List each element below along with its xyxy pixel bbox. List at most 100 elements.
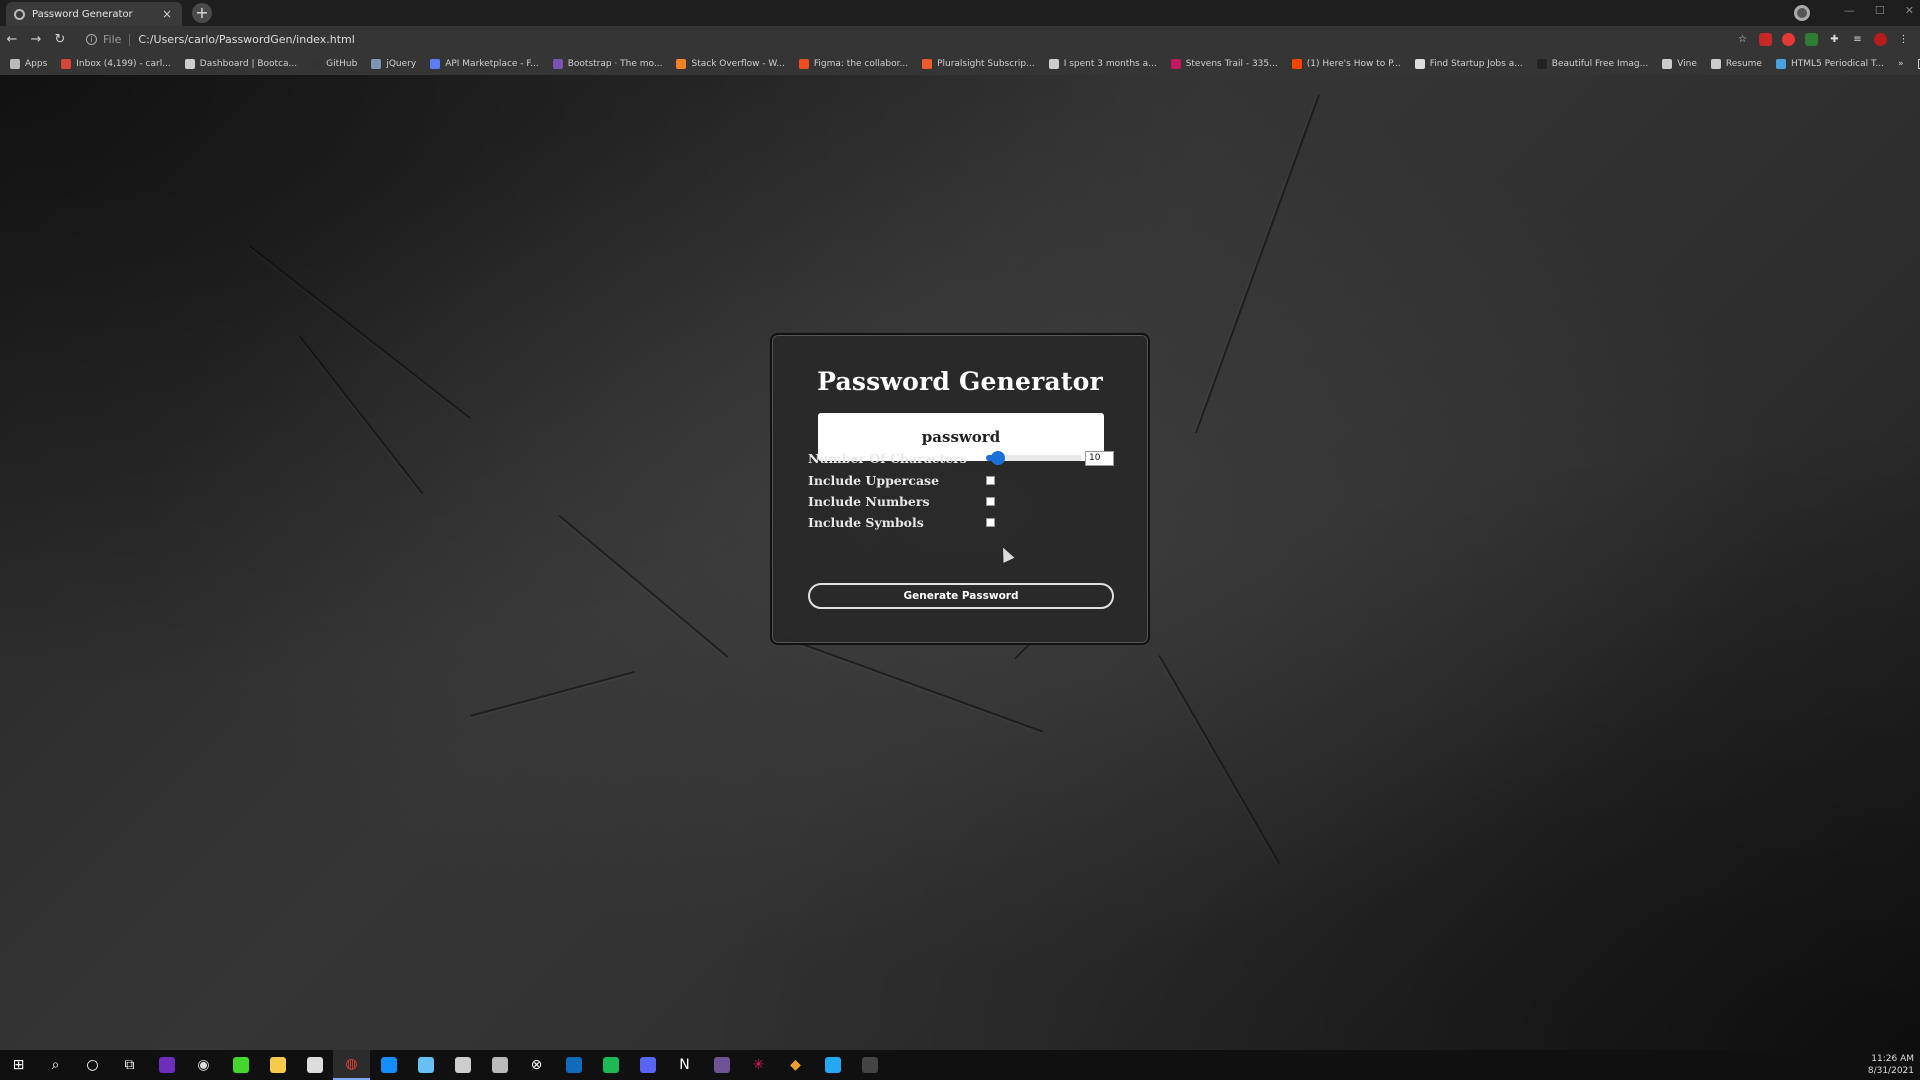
bookmark-item[interactable]: I spent 3 months a... bbox=[1048, 59, 1157, 69]
taskbar-app[interactable]: ✳ bbox=[740, 1050, 777, 1080]
taskbar-app[interactable] bbox=[444, 1050, 481, 1080]
tab-close-icon[interactable]: × bbox=[160, 7, 174, 21]
bookmark-label: Beautiful Free Imag... bbox=[1551, 59, 1649, 69]
address-bar[interactable]: i File C:/Users/carlo/PasswordGen/index.… bbox=[78, 29, 1736, 51]
bookmark-label: API Marketplace - F... bbox=[445, 59, 539, 69]
length-label: Number Of Characters bbox=[808, 450, 967, 466]
taskbar-app[interactable] bbox=[814, 1050, 851, 1080]
window-close-icon[interactable]: ✕ bbox=[1905, 4, 1914, 17]
extension-red-icon[interactable] bbox=[1759, 33, 1772, 46]
alltrails-icon bbox=[1170, 59, 1181, 69]
bookmark-item[interactable]: Find Startup Jobs a... bbox=[1414, 59, 1523, 69]
paper-crease bbox=[470, 671, 635, 717]
xbox-icon: ⊗ bbox=[530, 1057, 543, 1073]
taskbar-app[interactable] bbox=[481, 1050, 518, 1080]
paper-crease bbox=[248, 245, 471, 419]
taskbar-app[interactable] bbox=[148, 1050, 185, 1080]
url-text[interactable]: C:/Users/carlo/PasswordGen/index.html bbox=[138, 33, 354, 46]
bookmark-item[interactable]: Bootstrap · The mo... bbox=[552, 59, 662, 69]
uppercase-checkbox[interactable] bbox=[986, 475, 995, 485]
taskbar-app[interactable] bbox=[703, 1050, 740, 1080]
taskbar-app[interactable] bbox=[592, 1050, 629, 1080]
taskbar-app[interactable] bbox=[407, 1050, 444, 1080]
back-icon[interactable]: ← bbox=[0, 32, 24, 47]
taskbar-app[interactable]: ◍ bbox=[333, 1050, 370, 1080]
bookmark-item[interactable]: API Marketplace - F... bbox=[430, 59, 539, 69]
bookmark-item[interactable]: Resume bbox=[1710, 59, 1762, 69]
bookmark-item[interactable]: jQuery bbox=[371, 59, 416, 69]
forward-icon[interactable]: → bbox=[24, 32, 48, 47]
windows-start-icon: ⊞ bbox=[12, 1057, 25, 1073]
extensions-puzzle-icon[interactable]: ✚ bbox=[1828, 33, 1841, 46]
generate-password-button[interactable]: Generate Password bbox=[808, 583, 1114, 609]
media-queue-icon[interactable]: ≡ bbox=[1851, 33, 1864, 46]
bookmark-item[interactable]: Vine bbox=[1662, 59, 1697, 69]
taskbar-app[interactable] bbox=[296, 1050, 333, 1080]
bookmark-label: Inbox (4,199) - carl... bbox=[76, 59, 171, 69]
bookmark-label: Resume bbox=[1725, 59, 1762, 69]
taskbar-app[interactable]: ⊞ bbox=[0, 1050, 37, 1080]
medium-icon bbox=[1048, 59, 1059, 69]
chrome-icon: ◍ bbox=[345, 1056, 358, 1072]
bookmark-item[interactable]: Stack Overflow - W... bbox=[676, 59, 785, 69]
bookmark-item[interactable]: HTML5 Periodical T... bbox=[1775, 59, 1884, 69]
profile-icon[interactable] bbox=[1794, 5, 1810, 21]
site-info-icon[interactable]: i bbox=[86, 34, 97, 45]
apps-grid-icon bbox=[10, 59, 20, 69]
extension-green-icon[interactable] bbox=[1805, 33, 1818, 46]
paper-crease bbox=[298, 335, 424, 494]
bookmark-item[interactable]: Pluralsight Subscrip... bbox=[922, 59, 1035, 69]
system-clock[interactable]: 11:26 AM 8/31/2021 bbox=[1868, 1053, 1914, 1077]
bookmarks-overflow-icon[interactable]: » bbox=[1898, 59, 1904, 69]
clock-time: 11:26 AM bbox=[1871, 1054, 1914, 1064]
taskbar-app[interactable] bbox=[259, 1050, 296, 1080]
taskbar-app[interactable] bbox=[222, 1050, 259, 1080]
obs-icon: ◉ bbox=[197, 1057, 210, 1073]
menu-kebab-icon[interactable]: ⋮ bbox=[1897, 33, 1910, 46]
browser-toolbar: ← → ↻ i File C:/Users/carlo/PasswordGen/… bbox=[0, 26, 1920, 53]
pluralsight-icon bbox=[922, 59, 933, 69]
profile-avatar-icon[interactable] bbox=[1874, 33, 1887, 46]
numbers-checkbox[interactable] bbox=[986, 496, 995, 506]
window-controls: — ☐ ✕ bbox=[1844, 4, 1914, 17]
taskbar-app[interactable]: ◆ bbox=[777, 1050, 814, 1080]
symbols-checkbox[interactable] bbox=[986, 517, 995, 527]
taskbar-app[interactable]: ◉ bbox=[185, 1050, 222, 1080]
bookmark-item[interactable]: Beautiful Free Imag... bbox=[1536, 59, 1649, 69]
symbols-label: Include Symbols bbox=[808, 514, 924, 530]
taskbar-app[interactable]: ○ bbox=[74, 1050, 111, 1080]
numbers-label: Include Numbers bbox=[808, 493, 930, 509]
bookmark-item[interactable]: Dashboard | Bootca... bbox=[184, 59, 297, 69]
cortana-icon: ○ bbox=[86, 1057, 99, 1073]
bookmark-item[interactable]: Inbox (4,199) - carl... bbox=[61, 59, 171, 69]
length-slider-thumb[interactable] bbox=[990, 451, 1005, 465]
bookmark-item[interactable]: Figma: the collabor... bbox=[798, 59, 908, 69]
taskbar-app[interactable] bbox=[370, 1050, 407, 1080]
paper-crease bbox=[779, 635, 1044, 733]
minimize-icon[interactable]: — bbox=[1844, 4, 1855, 17]
maximize-icon[interactable]: ☐ bbox=[1875, 4, 1885, 17]
browser-tab[interactable]: Password Generator × bbox=[6, 2, 182, 26]
taskbar-app[interactable] bbox=[555, 1050, 592, 1080]
bookmark-label: Apps bbox=[25, 59, 48, 69]
bookmark-item[interactable]: (1) Here's How to P... bbox=[1291, 59, 1401, 69]
reload-icon[interactable]: ↻ bbox=[48, 32, 72, 47]
bookmark-label: Pluralsight Subscrip... bbox=[937, 59, 1035, 69]
taskbar-app[interactable]: ⧉ bbox=[111, 1050, 148, 1080]
globe-icon bbox=[184, 59, 195, 69]
tab-title: Password Generator bbox=[32, 8, 133, 20]
taskbar-app[interactable]: N bbox=[666, 1050, 703, 1080]
bookmark-item[interactable]: Apps bbox=[10, 59, 47, 69]
bookmark-star-icon[interactable]: ☆ bbox=[1736, 33, 1749, 46]
bookmark-item[interactable]: GitHub bbox=[311, 59, 357, 69]
taskbar-app[interactable]: ⊗ bbox=[518, 1050, 555, 1080]
bookmark-label: Stack Overflow - W... bbox=[691, 59, 785, 69]
taskbar-app[interactable] bbox=[629, 1050, 666, 1080]
taskbar-app[interactable]: ⌕ bbox=[37, 1050, 74, 1080]
length-slider[interactable] bbox=[986, 451, 1082, 465]
extension-adblock-icon[interactable] bbox=[1782, 33, 1795, 46]
bookmark-item[interactable]: Stevens Trail - 335... bbox=[1170, 59, 1278, 69]
new-tab-button[interactable]: + bbox=[192, 3, 212, 23]
taskbar-app[interactable] bbox=[851, 1050, 888, 1080]
length-number-input[interactable]: 10 bbox=[1085, 450, 1114, 466]
